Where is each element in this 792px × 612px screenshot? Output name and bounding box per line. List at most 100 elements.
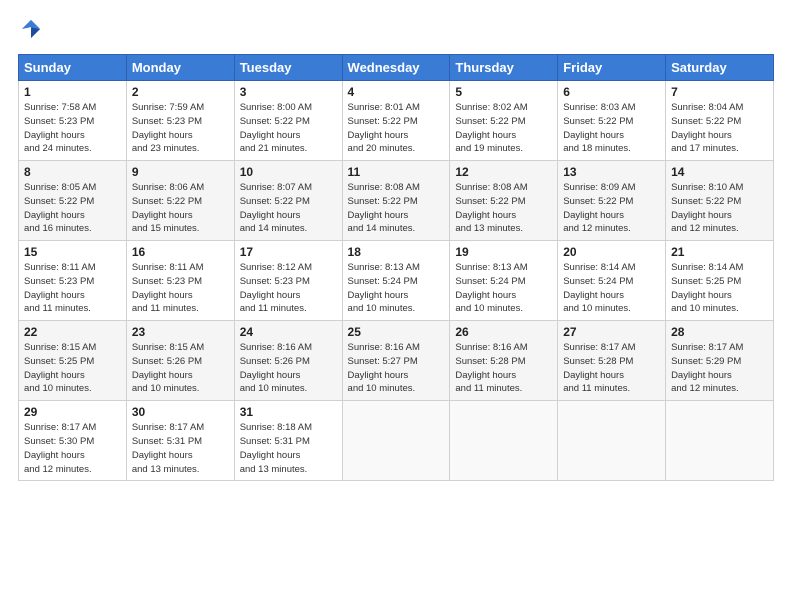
calendar-cell: 26 Sunrise: 8:16 AMSunset: 5:28 PMDaylig… [450, 321, 558, 401]
calendar-cell: 24 Sunrise: 8:16 AMSunset: 5:26 PMDaylig… [234, 321, 342, 401]
day-info: Sunrise: 8:18 AMSunset: 5:31 PMDaylight … [240, 421, 337, 476]
day-info: Sunrise: 8:01 AMSunset: 5:22 PMDaylight … [348, 101, 445, 156]
calendar-cell: 11 Sunrise: 8:08 AMSunset: 5:22 PMDaylig… [342, 161, 450, 241]
day-number: 29 [24, 405, 121, 419]
day-info: Sunrise: 8:17 AMSunset: 5:30 PMDaylight … [24, 421, 121, 476]
day-number: 10 [240, 165, 337, 179]
weekday-thursday: Thursday [450, 55, 558, 81]
day-number: 3 [240, 85, 337, 99]
day-number: 20 [563, 245, 660, 259]
day-info: Sunrise: 8:15 AMSunset: 5:26 PMDaylight … [132, 341, 229, 396]
calendar-cell: 31 Sunrise: 8:18 AMSunset: 5:31 PMDaylig… [234, 401, 342, 481]
day-info: Sunrise: 8:13 AMSunset: 5:24 PMDaylight … [455, 261, 552, 316]
calendar-week-row: 15 Sunrise: 8:11 AMSunset: 5:23 PMDaylig… [19, 241, 774, 321]
calendar-cell [342, 401, 450, 481]
calendar-cell: 15 Sunrise: 8:11 AMSunset: 5:23 PMDaylig… [19, 241, 127, 321]
logo-icon [20, 18, 42, 40]
day-info: Sunrise: 8:12 AMSunset: 5:23 PMDaylight … [240, 261, 337, 316]
day-info: Sunrise: 8:09 AMSunset: 5:22 PMDaylight … [563, 181, 660, 236]
day-info: Sunrise: 8:02 AMSunset: 5:22 PMDaylight … [455, 101, 552, 156]
calendar-week-row: 8 Sunrise: 8:05 AMSunset: 5:22 PMDayligh… [19, 161, 774, 241]
day-number: 14 [671, 165, 768, 179]
header [18, 18, 774, 40]
calendar-cell [558, 401, 666, 481]
calendar-cell: 2 Sunrise: 7:59 AMSunset: 5:23 PMDayligh… [126, 81, 234, 161]
calendar-cell: 27 Sunrise: 8:17 AMSunset: 5:28 PMDaylig… [558, 321, 666, 401]
calendar-cell: 5 Sunrise: 8:02 AMSunset: 5:22 PMDayligh… [450, 81, 558, 161]
calendar-cell: 19 Sunrise: 8:13 AMSunset: 5:24 PMDaylig… [450, 241, 558, 321]
day-info: Sunrise: 8:07 AMSunset: 5:22 PMDaylight … [240, 181, 337, 236]
day-info: Sunrise: 8:17 AMSunset: 5:28 PMDaylight … [563, 341, 660, 396]
day-info: Sunrise: 8:03 AMSunset: 5:22 PMDaylight … [563, 101, 660, 156]
day-number: 28 [671, 325, 768, 339]
calendar-cell: 3 Sunrise: 8:00 AMSunset: 5:22 PMDayligh… [234, 81, 342, 161]
calendar-cell: 10 Sunrise: 8:07 AMSunset: 5:22 PMDaylig… [234, 161, 342, 241]
day-number: 7 [671, 85, 768, 99]
calendar-cell: 22 Sunrise: 8:15 AMSunset: 5:25 PMDaylig… [19, 321, 127, 401]
calendar-cell: 29 Sunrise: 8:17 AMSunset: 5:30 PMDaylig… [19, 401, 127, 481]
day-number: 12 [455, 165, 552, 179]
day-info: Sunrise: 8:08 AMSunset: 5:22 PMDaylight … [455, 181, 552, 236]
calendar-cell: 4 Sunrise: 8:01 AMSunset: 5:22 PMDayligh… [342, 81, 450, 161]
day-number: 24 [240, 325, 337, 339]
day-number: 25 [348, 325, 445, 339]
day-number: 17 [240, 245, 337, 259]
day-number: 22 [24, 325, 121, 339]
calendar-cell: 9 Sunrise: 8:06 AMSunset: 5:22 PMDayligh… [126, 161, 234, 241]
calendar-cell: 6 Sunrise: 8:03 AMSunset: 5:22 PMDayligh… [558, 81, 666, 161]
logo [18, 18, 42, 40]
calendar-cell: 18 Sunrise: 8:13 AMSunset: 5:24 PMDaylig… [342, 241, 450, 321]
day-info: Sunrise: 8:15 AMSunset: 5:25 PMDaylight … [24, 341, 121, 396]
weekday-wednesday: Wednesday [342, 55, 450, 81]
day-number: 6 [563, 85, 660, 99]
weekday-saturday: Saturday [666, 55, 774, 81]
weekday-sunday: Sunday [19, 55, 127, 81]
calendar-cell: 13 Sunrise: 8:09 AMSunset: 5:22 PMDaylig… [558, 161, 666, 241]
calendar-cell: 28 Sunrise: 8:17 AMSunset: 5:29 PMDaylig… [666, 321, 774, 401]
day-number: 19 [455, 245, 552, 259]
day-number: 4 [348, 85, 445, 99]
day-number: 8 [24, 165, 121, 179]
calendar-week-row: 1 Sunrise: 7:58 AMSunset: 5:23 PMDayligh… [19, 81, 774, 161]
calendar-week-row: 29 Sunrise: 8:17 AMSunset: 5:30 PMDaylig… [19, 401, 774, 481]
page: SundayMondayTuesdayWednesdayThursdayFrid… [0, 0, 792, 612]
calendar-cell [450, 401, 558, 481]
calendar-cell: 25 Sunrise: 8:16 AMSunset: 5:27 PMDaylig… [342, 321, 450, 401]
day-info: Sunrise: 8:17 AMSunset: 5:31 PMDaylight … [132, 421, 229, 476]
day-number: 11 [348, 165, 445, 179]
day-number: 2 [132, 85, 229, 99]
day-info: Sunrise: 8:17 AMSunset: 5:29 PMDaylight … [671, 341, 768, 396]
day-info: Sunrise: 8:10 AMSunset: 5:22 PMDaylight … [671, 181, 768, 236]
day-info: Sunrise: 8:16 AMSunset: 5:26 PMDaylight … [240, 341, 337, 396]
calendar-cell: 16 Sunrise: 8:11 AMSunset: 5:23 PMDaylig… [126, 241, 234, 321]
calendar-cell: 17 Sunrise: 8:12 AMSunset: 5:23 PMDaylig… [234, 241, 342, 321]
calendar-cell: 8 Sunrise: 8:05 AMSunset: 5:22 PMDayligh… [19, 161, 127, 241]
day-info: Sunrise: 8:14 AMSunset: 5:25 PMDaylight … [671, 261, 768, 316]
day-info: Sunrise: 8:04 AMSunset: 5:22 PMDaylight … [671, 101, 768, 156]
day-info: Sunrise: 7:59 AMSunset: 5:23 PMDaylight … [132, 101, 229, 156]
calendar-cell: 21 Sunrise: 8:14 AMSunset: 5:25 PMDaylig… [666, 241, 774, 321]
day-number: 18 [348, 245, 445, 259]
calendar-cell: 23 Sunrise: 8:15 AMSunset: 5:26 PMDaylig… [126, 321, 234, 401]
calendar-cell: 12 Sunrise: 8:08 AMSunset: 5:22 PMDaylig… [450, 161, 558, 241]
day-number: 27 [563, 325, 660, 339]
day-info: Sunrise: 8:00 AMSunset: 5:22 PMDaylight … [240, 101, 337, 156]
day-info: Sunrise: 8:16 AMSunset: 5:28 PMDaylight … [455, 341, 552, 396]
weekday-monday: Monday [126, 55, 234, 81]
weekday-tuesday: Tuesday [234, 55, 342, 81]
day-info: Sunrise: 8:08 AMSunset: 5:22 PMDaylight … [348, 181, 445, 236]
day-info: Sunrise: 8:06 AMSunset: 5:22 PMDaylight … [132, 181, 229, 236]
calendar-cell: 30 Sunrise: 8:17 AMSunset: 5:31 PMDaylig… [126, 401, 234, 481]
day-info: Sunrise: 8:05 AMSunset: 5:22 PMDaylight … [24, 181, 121, 236]
calendar-cell: 14 Sunrise: 8:10 AMSunset: 5:22 PMDaylig… [666, 161, 774, 241]
day-number: 21 [671, 245, 768, 259]
day-info: Sunrise: 8:14 AMSunset: 5:24 PMDaylight … [563, 261, 660, 316]
day-info: Sunrise: 8:11 AMSunset: 5:23 PMDaylight … [24, 261, 121, 316]
calendar-cell: 20 Sunrise: 8:14 AMSunset: 5:24 PMDaylig… [558, 241, 666, 321]
day-info: Sunrise: 7:58 AMSunset: 5:23 PMDaylight … [24, 101, 121, 156]
calendar-cell [666, 401, 774, 481]
day-info: Sunrise: 8:13 AMSunset: 5:24 PMDaylight … [348, 261, 445, 316]
day-number: 31 [240, 405, 337, 419]
day-number: 5 [455, 85, 552, 99]
day-number: 26 [455, 325, 552, 339]
